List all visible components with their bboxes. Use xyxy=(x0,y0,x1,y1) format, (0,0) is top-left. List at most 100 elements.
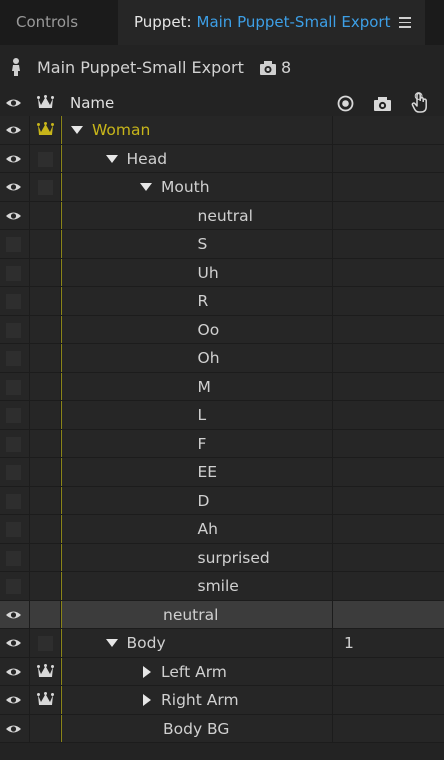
name-cell[interactable]: EE xyxy=(61,458,332,486)
tree-row[interactable]: D xyxy=(0,486,444,515)
tree-row[interactable]: Body 1 xyxy=(0,629,444,658)
touch-hand-icon[interactable] xyxy=(411,92,429,114)
name-cell[interactable]: neutral xyxy=(61,600,332,628)
tree-row[interactable]: R xyxy=(0,287,444,316)
visibility-toggle[interactable] xyxy=(0,344,30,372)
tree-row[interactable]: Oo xyxy=(0,315,444,344)
expanded-triangle-icon[interactable] xyxy=(105,639,118,647)
visibility-toggle[interactable] xyxy=(0,458,30,486)
name-cell[interactable]: Ah xyxy=(61,515,332,543)
expanded-triangle-icon[interactable] xyxy=(105,154,118,163)
tag-toggle[interactable] xyxy=(30,344,61,372)
collapsed-triangle-icon[interactable] xyxy=(143,694,151,706)
visibility-toggle[interactable] xyxy=(0,515,30,543)
visibility-toggle[interactable] xyxy=(0,714,30,742)
tree-row[interactable]: Body BG xyxy=(0,714,444,743)
tag-toggle[interactable] xyxy=(30,486,61,514)
name-cell[interactable]: Uh xyxy=(61,258,332,286)
visibility-toggle[interactable] xyxy=(0,287,30,315)
tag-toggle[interactable] xyxy=(30,372,61,400)
tag-toggle[interactable] xyxy=(30,315,61,343)
visibility-toggle[interactable] xyxy=(0,543,30,571)
tree-row[interactable]: Left Arm xyxy=(0,657,444,686)
hamburger-menu-icon[interactable] xyxy=(399,17,411,28)
name-cell[interactable]: Head xyxy=(61,144,332,172)
visibility-toggle[interactable] xyxy=(0,686,30,714)
name-cell[interactable]: M xyxy=(61,372,332,400)
tree-row[interactable]: Uh xyxy=(0,258,444,287)
tag-toggle[interactable] xyxy=(30,116,61,144)
tree-row[interactable]: neutral xyxy=(0,600,444,629)
visibility-toggle[interactable] xyxy=(0,401,30,429)
visibility-toggle[interactable] xyxy=(0,657,30,685)
tag-toggle[interactable] xyxy=(30,429,61,457)
visibility-toggle[interactable] xyxy=(0,144,30,172)
name-cell[interactable]: Right Arm xyxy=(61,686,332,714)
tree-row[interactable]: Head xyxy=(0,144,444,173)
tag-toggle[interactable] xyxy=(30,686,61,714)
name-cell[interactable]: smile xyxy=(61,572,332,600)
tag-toggle[interactable] xyxy=(30,657,61,685)
visibility-toggle[interactable] xyxy=(0,116,30,144)
tag-toggle[interactable] xyxy=(30,201,61,229)
name-cell[interactable]: neutral xyxy=(61,201,332,229)
visibility-toggle[interactable] xyxy=(0,315,30,343)
name-cell[interactable]: Oo xyxy=(61,315,332,343)
visibility-toggle[interactable] xyxy=(0,230,30,258)
visibility-column-eye-icon[interactable] xyxy=(5,97,22,109)
visibility-toggle[interactable] xyxy=(0,600,30,628)
tree-row[interactable]: Ah xyxy=(0,515,444,544)
camera-column-icon[interactable] xyxy=(373,95,392,112)
collapsed-triangle-icon[interactable] xyxy=(143,665,151,678)
name-cell[interactable]: Body xyxy=(61,629,332,657)
name-cell[interactable]: R xyxy=(61,287,332,315)
tag-toggle[interactable] xyxy=(30,458,61,486)
tag-toggle[interactable] xyxy=(30,258,61,286)
tree-row[interactable]: Oh xyxy=(0,344,444,373)
tree-row[interactable]: Mouth xyxy=(0,173,444,202)
visibility-toggle[interactable] xyxy=(0,201,30,229)
tag-toggle[interactable] xyxy=(30,230,61,258)
name-cell[interactable]: F xyxy=(61,429,332,457)
tag-toggle[interactable] xyxy=(30,629,61,657)
tag-toggle[interactable] xyxy=(30,572,61,600)
record-target-icon[interactable] xyxy=(337,95,354,112)
tab-puppet[interactable]: Puppet: Main Puppet-Small Export xyxy=(118,0,425,45)
visibility-toggle[interactable] xyxy=(0,372,30,400)
tree-row[interactable]: Right Arm xyxy=(0,686,444,715)
visibility-toggle[interactable] xyxy=(0,258,30,286)
visibility-toggle[interactable] xyxy=(0,173,30,201)
tag-toggle[interactable] xyxy=(30,515,61,543)
tree-row[interactable]: Woman xyxy=(0,116,444,145)
name-cell[interactable]: Oh xyxy=(61,344,332,372)
tag-toggle[interactable] xyxy=(30,600,61,628)
tree-row[interactable]: S xyxy=(0,230,444,259)
expanded-triangle-icon[interactable] xyxy=(140,183,152,191)
visibility-toggle[interactable] xyxy=(0,429,30,457)
tree-row[interactable]: L xyxy=(0,401,444,430)
tree-row[interactable]: surprised xyxy=(0,543,444,572)
tag-toggle[interactable] xyxy=(30,714,61,742)
tag-toggle[interactable] xyxy=(30,144,61,172)
tag-column-crown-icon[interactable] xyxy=(37,95,54,110)
tree-row[interactable]: F xyxy=(0,429,444,458)
tree-row[interactable]: EE xyxy=(0,458,444,487)
tree-row[interactable]: neutral xyxy=(0,201,444,230)
tree-row[interactable]: smile xyxy=(0,572,444,601)
visibility-toggle[interactable] xyxy=(0,486,30,514)
name-cell[interactable]: L xyxy=(61,401,332,429)
name-cell[interactable]: Mouth xyxy=(61,173,332,201)
name-column-header[interactable]: Name xyxy=(70,94,114,112)
tab-controls[interactable]: Controls xyxy=(0,0,118,45)
name-cell[interactable]: surprised xyxy=(61,543,332,571)
name-cell[interactable]: S xyxy=(61,230,332,258)
visibility-toggle[interactable] xyxy=(0,629,30,657)
tree-row[interactable]: M xyxy=(0,372,444,401)
tag-toggle[interactable] xyxy=(30,543,61,571)
name-cell[interactable]: Woman xyxy=(61,116,332,144)
name-cell[interactable]: Body BG xyxy=(61,714,332,742)
tag-toggle[interactable] xyxy=(30,401,61,429)
name-cell[interactable]: D xyxy=(61,486,332,514)
tag-toggle[interactable] xyxy=(30,173,61,201)
name-cell[interactable]: Left Arm xyxy=(61,657,332,685)
